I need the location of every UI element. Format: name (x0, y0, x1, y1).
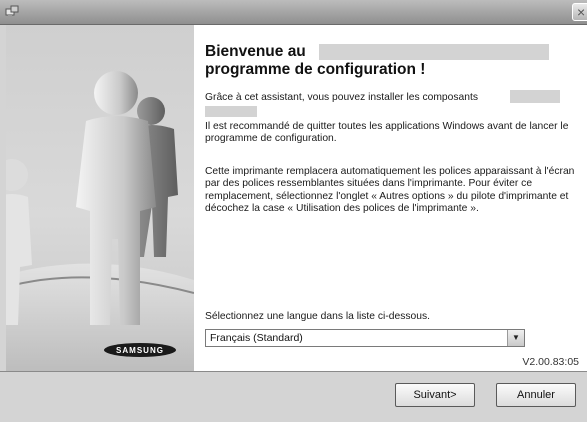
language-selected-value: Français (Standard) (210, 332, 303, 344)
close-button[interactable]: × (572, 3, 587, 21)
recommendation-text: Il est recommandé de quitter toutes les … (205, 121, 569, 145)
title-bar: × (0, 0, 587, 25)
samsung-logo: SAMSUNG (104, 343, 176, 357)
samsung-logo-text: SAMSUNG (116, 346, 164, 355)
redacted-component-name (510, 90, 560, 103)
chevron-down-icon[interactable]: ▼ (507, 330, 524, 346)
version-label: V2.00.83:05 (522, 356, 579, 368)
title-line-1: Bienvenue au (205, 43, 306, 60)
language-select[interactable]: Français (Standard) ▼ (205, 329, 525, 347)
fonts-note-text: Cette imprimante remplacera automatiquem… (205, 166, 575, 214)
redacted-product-name (319, 44, 549, 60)
page-title: Bienvenue au programme de configuration … (205, 43, 565, 79)
close-icon: × (577, 4, 586, 20)
setup-window: SAMSUNG Bienvenue au programme de config… (0, 25, 587, 422)
language-label: Sélectionnez une langue dans la liste ci… (205, 311, 430, 322)
installer-icon (5, 5, 19, 17)
people-illustration (6, 71, 194, 371)
cancel-button[interactable]: Annuler (496, 383, 576, 407)
button-bar: Suivant> Annuler (0, 371, 587, 422)
title-line-2: programme de configuration ! (205, 61, 426, 78)
redacted-component-name-2 (205, 106, 257, 117)
content-panel: Bienvenue au programme de configuration … (194, 25, 587, 371)
next-button[interactable]: Suivant> (395, 383, 475, 407)
illustration-panel: SAMSUNG (6, 25, 194, 371)
